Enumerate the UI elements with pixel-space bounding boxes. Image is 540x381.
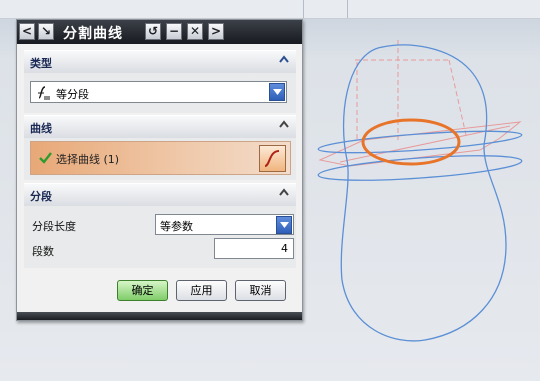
dropdown-arrow-icon[interactable] [269, 83, 285, 101]
minimize-button[interactable]: − [166, 23, 182, 40]
collapse-caret-icon[interactable] [278, 119, 290, 131]
outer-profile-curve [340, 44, 507, 342]
ok-button[interactable]: 确定 [117, 280, 168, 301]
curve-selection-button[interactable] [259, 145, 286, 172]
curve-section-title: 曲线 [30, 122, 52, 135]
segment-length-label: 分段长度 [32, 220, 76, 233]
segment-length-dropdown[interactable]: 等参数 [155, 214, 294, 235]
section-ellipse-top [317, 130, 523, 154]
forward-arrow-button[interactable]: > [208, 23, 224, 40]
type-section-body: 等分段 [24, 73, 296, 113]
collapse-caret-icon[interactable] [278, 54, 290, 66]
collapse-caret-icon[interactable] [278, 187, 290, 199]
dialog-title: 分割曲线 [63, 26, 123, 42]
segment-length-value: 等参数 [160, 220, 193, 233]
function-curve-icon [38, 86, 50, 100]
type-dropdown[interactable]: 等分段 [30, 81, 287, 103]
construction-line-right [448, 59, 467, 136]
check-icon [39, 152, 52, 164]
selected-curve-highlight [361, 118, 461, 166]
apply-button[interactable]: 应用 [176, 280, 227, 301]
type-section-title: 类型 [30, 57, 52, 70]
pin-button[interactable]: ↘ [38, 23, 54, 40]
curve-icon [264, 150, 280, 167]
dialog-bottom-strip [17, 312, 302, 320]
segment-count-input[interactable]: 4 [214, 238, 294, 259]
curve-section-header[interactable]: 曲线 [24, 115, 296, 139]
construction-lines [318, 40, 522, 167]
curve-section-body: 选择曲线 (1) [24, 138, 296, 180]
select-curve-row[interactable]: 选择曲线 (1) [30, 141, 291, 175]
cancel-button[interactable]: 取消 [235, 280, 286, 301]
type-dropdown-value: 等分段 [56, 88, 89, 101]
dialog-button-bar: 确定 应用 取消 [17, 277, 302, 307]
close-button[interactable]: ✕ [187, 23, 203, 40]
type-section-header[interactable]: 类型 [24, 50, 296, 74]
dropdown-arrow-icon[interactable] [276, 216, 292, 234]
segment-count-label: 段数 [32, 245, 54, 258]
segments-section-title: 分段 [30, 190, 52, 203]
split-curve-dialog: < ↘ 分割曲线 ↺ − ✕ > 类型 等分段 曲线 选择曲线 (1) 分段 分… [16, 19, 303, 321]
segments-section-header[interactable]: 分段 [24, 183, 296, 207]
select-curve-label: 选择曲线 (1) [56, 153, 120, 166]
segments-section-body: 分段长度 等参数 段数 4 [24, 206, 296, 268]
blue-curves [317, 44, 523, 342]
back-arrow-button[interactable]: < [19, 23, 35, 40]
dialog-titlebar[interactable]: < ↘ 分割曲线 ↺ − ✕ > [17, 20, 302, 44]
reset-button[interactable]: ↺ [145, 23, 161, 40]
